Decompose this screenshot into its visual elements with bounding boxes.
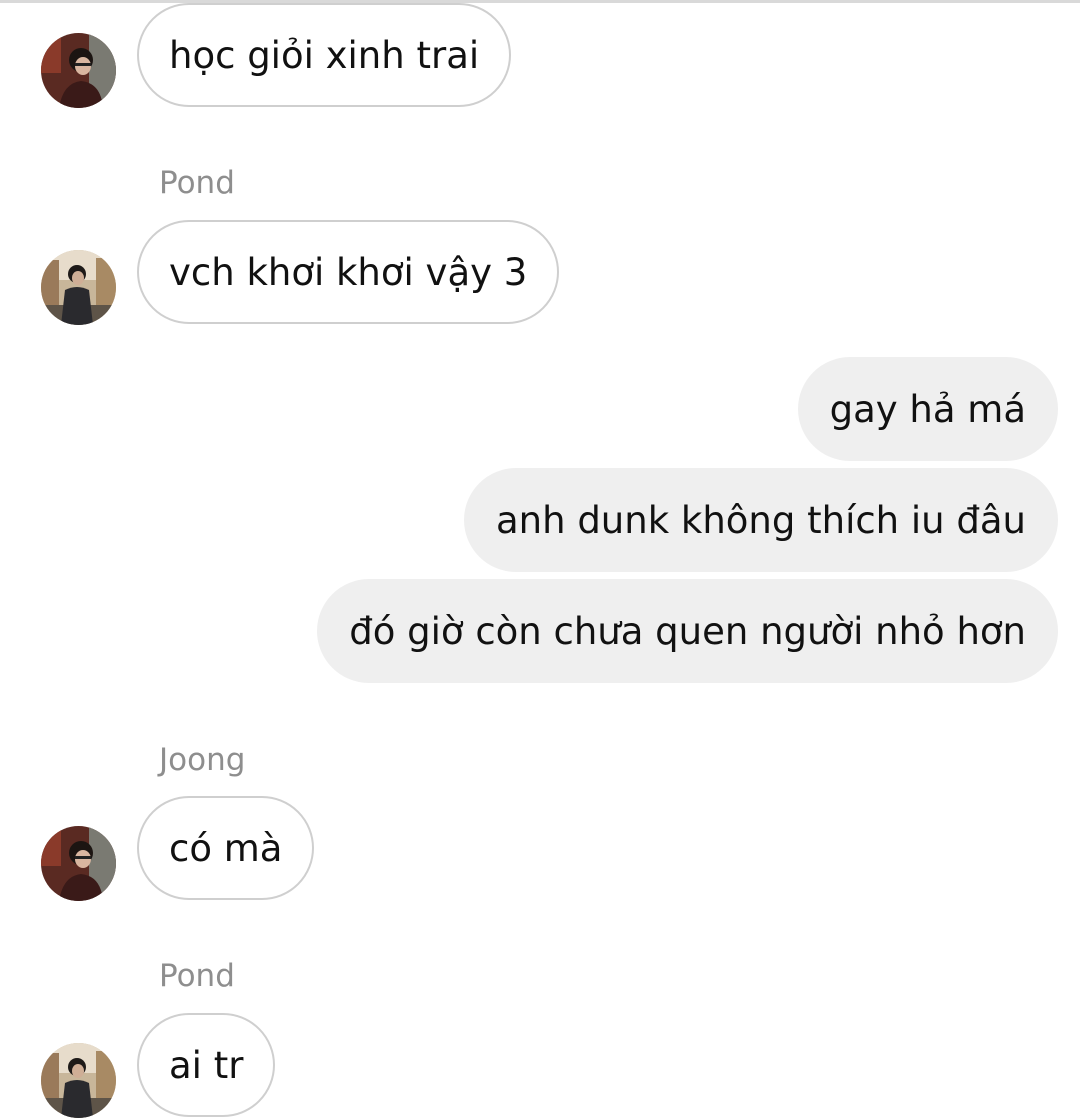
message-bubble-outgoing[interactable]: gay hả má <box>797 357 1058 461</box>
sender-name: Pond <box>159 165 235 201</box>
message-text: đó giờ còn chưa quen người nhỏ hơn <box>349 609 1026 653</box>
message-bubble-outgoing[interactable]: đó giờ còn chưa quen người nhỏ hơn <box>317 579 1058 683</box>
avatar-photo-joong <box>41 33 116 108</box>
message-bubble-outgoing[interactable]: anh dunk không thích iu đâu <box>463 468 1058 572</box>
top-divider <box>0 0 1080 3</box>
message-text: gay hả má <box>829 387 1026 431</box>
message-text: có mà <box>169 826 283 870</box>
avatar-photo-pond <box>41 250 116 325</box>
avatar-photo-joong <box>41 826 116 901</box>
sender-avatar[interactable] <box>41 250 116 325</box>
message-text: học giỏi xinh trai <box>169 33 480 77</box>
message-text: anh dunk không thích iu đâu <box>495 498 1026 542</box>
message-bubble-incoming[interactable]: có mà <box>137 796 315 900</box>
message-bubble-incoming[interactable]: ai tr <box>137 1013 276 1117</box>
message-bubble-incoming[interactable]: vch khơi khơi vậy 3 <box>137 220 560 324</box>
message-text: vch khơi khơi vậy 3 <box>169 250 528 294</box>
sender-avatar[interactable] <box>41 1043 116 1118</box>
sender-avatar[interactable] <box>41 826 116 901</box>
message-text: ai tr <box>169 1043 244 1087</box>
sender-name: Joong <box>159 742 246 778</box>
message-bubble-incoming[interactable]: học giỏi xinh trai <box>137 3 512 107</box>
sender-avatar[interactable] <box>41 33 116 108</box>
sender-name: Pond <box>159 958 235 994</box>
avatar-photo-pond <box>41 1043 116 1118</box>
